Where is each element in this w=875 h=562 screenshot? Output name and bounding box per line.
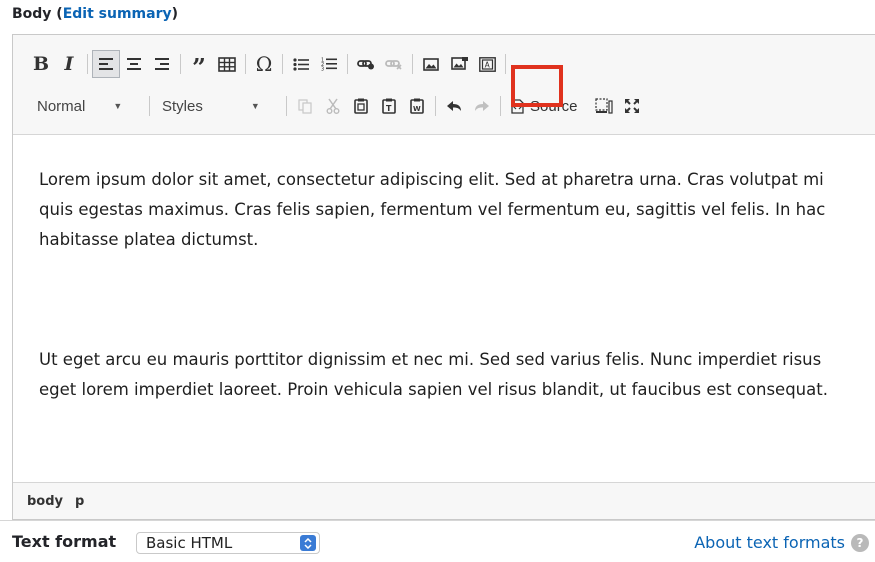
svg-text:A: A [484,60,490,69]
cut-icon [326,98,340,114]
toolbar-separator [435,96,436,116]
redo-button[interactable] [468,92,496,120]
undo-icon [447,100,461,111]
format-dropdown-value: Normal [37,97,86,115]
element-path-bar: body p [13,482,875,519]
numbered-list-icon: 123 [321,58,337,72]
table-icon [218,56,236,72]
link-button[interactable] [352,50,380,78]
text-format-label: Text format [12,532,117,551]
bulleted-list-button[interactable] [287,50,315,78]
image-button[interactable] [417,50,445,78]
toolbar-separator [87,54,88,74]
toolbar-separator [286,96,287,116]
italic-icon: I [64,53,74,75]
wysiwyg-editor: B I ” Ω 123 A Normal ▼ Styles ▼ T W Sour… [12,34,875,520]
svg-text:W: W [413,105,421,113]
table-button[interactable] [213,50,241,78]
styles-dropdown-value: Styles [162,97,203,115]
text-format-select[interactable]: Basic HTML [136,532,320,554]
paste-text-button[interactable]: T [375,92,403,120]
paste-word-icon: W [410,98,424,114]
element-path-p[interactable]: p [75,494,84,509]
align-left-button[interactable] [92,50,120,78]
undo-button[interactable] [440,92,468,120]
bold-button[interactable]: B [27,50,55,78]
paste-button[interactable] [347,92,375,120]
image2-button[interactable] [445,50,473,78]
edit-summary-link[interactable]: Edit summary [63,6,172,22]
bold-icon: B [32,53,50,75]
maximize-icon [624,99,639,113]
select-arrows-icon [300,535,316,551]
svg-text:3: 3 [321,67,324,72]
about-text-formats: About text formats ? [694,533,869,552]
toolbar-separator [149,96,150,116]
align-right-icon [155,58,169,70]
numbered-list-button[interactable]: 123 [315,50,343,78]
align-center-button[interactable] [120,50,148,78]
toolbar-separator [245,54,246,74]
paragraph[interactable]: Ut eget arcu eu mauris porttitor digniss… [39,345,861,405]
chevron-down-icon: ▼ [113,101,123,111]
maximize-button[interactable] [618,92,646,120]
cut-button[interactable] [319,92,347,120]
image2-icon [450,56,468,70]
align-right-button[interactable] [148,50,176,78]
template-icon: A [478,56,496,72]
show-blocks-icon [594,98,613,114]
about-text-formats-link[interactable]: About text formats [694,533,845,552]
align-left-icon [99,58,113,70]
image-button-highlight [511,65,563,107]
paste-word-button[interactable]: W [403,92,431,120]
quote-icon: ” [192,53,206,82]
toolbar-separator [180,54,181,74]
copy-button[interactable] [291,92,319,120]
copy-icon [298,98,312,114]
toolbar-separator [500,96,501,116]
italic-button[interactable]: I [55,50,83,78]
special-character-button[interactable]: Ω [250,50,278,78]
editor-content[interactable]: Lorem ipsum dolor sit amet, consectetur … [13,135,875,483]
field-label-text: Body [12,6,52,22]
template-button[interactable]: A [473,50,501,78]
paste-icon [354,98,368,114]
text-format-row: Text format Basic HTML About text format… [0,520,875,562]
toolbar-separator [347,54,348,74]
bulleted-list-icon [293,57,309,71]
align-center-icon [127,58,141,70]
text-format-value: Basic HTML [146,534,233,552]
blockquote-button[interactable]: ” [185,50,213,82]
toolbar-separator [412,54,413,74]
paragraph[interactable]: Lorem ipsum dolor sit amet, consectetur … [39,165,861,255]
toolbar-separator [505,54,506,74]
paste-text-icon: T [382,98,396,114]
format-dropdown[interactable]: Normal ▼ [27,92,145,120]
link-icon [357,60,374,70]
show-blocks-button[interactable] [590,92,618,120]
svg-text:T: T [386,104,392,113]
editor-toolbar: B I ” Ω 123 A Normal ▼ Styles ▼ T W Sour… [13,35,875,135]
element-path-body[interactable]: body [27,494,63,509]
image-icon [423,57,439,71]
styles-dropdown[interactable]: Styles ▼ [154,92,282,120]
help-icon[interactable]: ? [851,533,869,552]
toolbar-row-1: B I ” Ω 123 A [27,49,510,82]
unlink-icon [385,60,402,70]
redo-icon [475,100,489,111]
chevron-down-icon: ▼ [250,101,260,111]
field-label: Body (Edit summary) [12,6,179,22]
toolbar-separator [282,54,283,74]
unlink-button[interactable] [380,50,408,78]
omega-icon: Ω [255,52,273,76]
